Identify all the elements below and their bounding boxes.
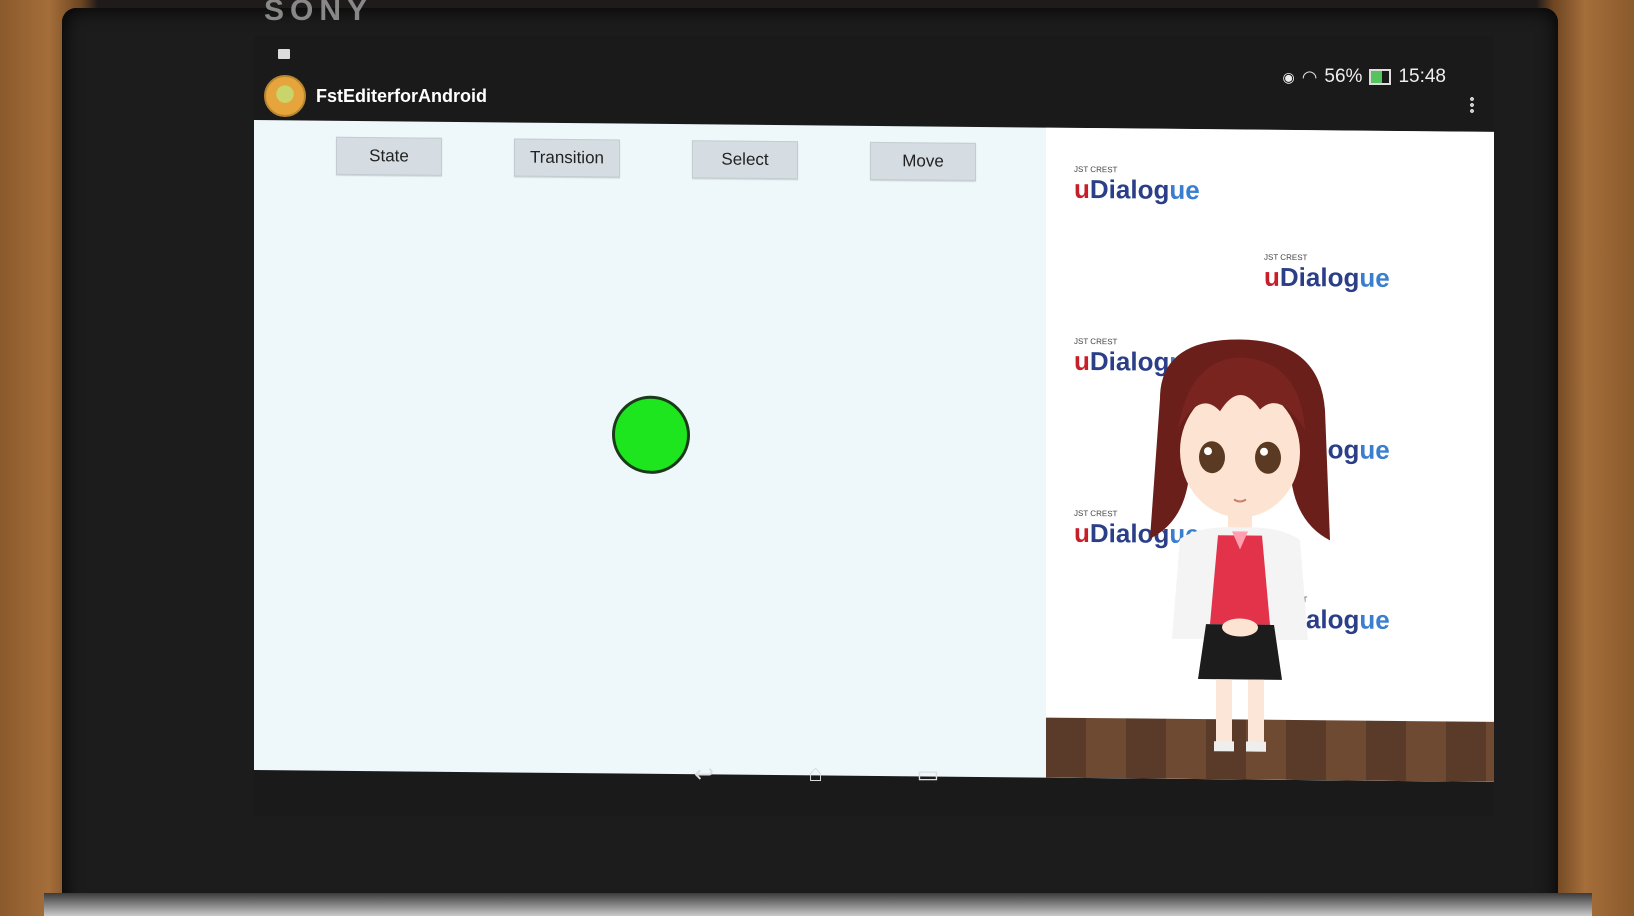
action-bar: FstEditerforAndroid [264, 72, 1474, 120]
navigation-bar: ↩ ⌂ ▭ [694, 760, 939, 789]
back-icon[interactable]: ↩ [694, 760, 714, 789]
toolbar: State Transition Select Move [336, 136, 976, 181]
tablet-stand-edge [44, 893, 1592, 916]
home-icon[interactable]: ⌂ [808, 760, 823, 789]
state-node[interactable] [612, 395, 690, 475]
state-button[interactable]: State [336, 136, 442, 176]
udialogue-logo: JST CREST uDialogue [1264, 252, 1390, 293]
screen: ◉ ◠ 56% 15:48 FstEditerforAndroid State … [254, 36, 1494, 816]
recents-icon[interactable]: ▭ [917, 760, 940, 789]
status-bar: ◉ ◠ 56% 15:48 [254, 36, 1494, 87]
app-logo-icon[interactable] [264, 75, 306, 117]
transition-button[interactable]: Transition [514, 138, 620, 178]
agent-panel: JST CREST uDialogue JST CREST uDialogue … [1046, 127, 1494, 782]
editor-content: State Transition Select Move JST CREST u… [254, 120, 1494, 782]
device-brand: SONY [264, 0, 374, 27]
select-button[interactable]: Select [692, 140, 798, 180]
anime-agent-character [1150, 339, 1330, 752]
lock-notification-icon [278, 49, 290, 59]
move-button[interactable]: Move [870, 141, 976, 181]
tablet-device: SONY ◉ ◠ 56% 15:48 FstEditerforAndroid S… [62, 0, 1558, 913]
app-title: FstEditerforAndroid [316, 85, 487, 106]
udialogue-logo: JST CREST uDialogue [1074, 164, 1200, 206]
overflow-menu-icon[interactable] [1470, 96, 1474, 114]
